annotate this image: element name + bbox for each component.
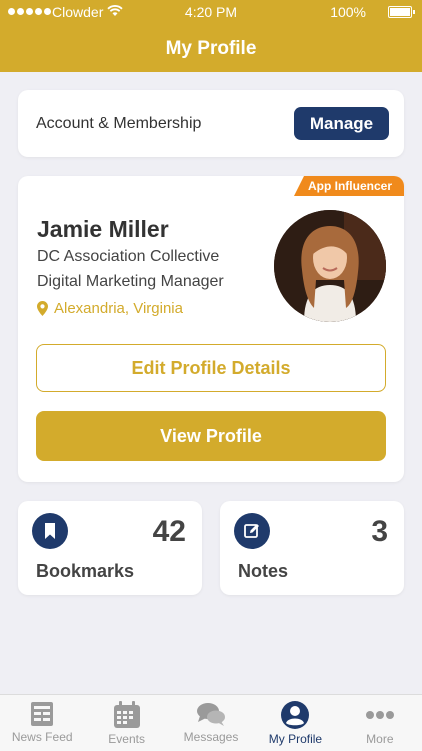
influencer-badge: App Influencer xyxy=(293,176,404,196)
profile-job-title: Digital Marketing Manager xyxy=(37,273,224,290)
bookmark-icon xyxy=(32,513,68,549)
avatar xyxy=(274,210,386,322)
news-feed-icon xyxy=(31,702,54,726)
user-icon xyxy=(281,701,310,729)
calendar-icon xyxy=(113,701,140,728)
bookmarks-label: Bookmarks xyxy=(36,561,135,581)
bookmarks-card[interactable]: 42 Bookmarks xyxy=(18,501,202,595)
profile-location: Alexandria, Virginia xyxy=(37,300,183,317)
membership-label: Account & Membership xyxy=(36,115,202,132)
battery-icon xyxy=(388,6,415,18)
tab-my-profile[interactable]: My Profile xyxy=(253,695,337,751)
tab-news-feed[interactable]: News Feed xyxy=(0,695,84,751)
chat-bubbles-icon xyxy=(197,703,226,726)
battery-percent: 100% xyxy=(330,4,366,20)
notes-count: 3 xyxy=(371,515,388,548)
tab-more[interactable]: More xyxy=(338,695,422,751)
tab-label: More xyxy=(366,732,394,746)
tab-label: My Profile xyxy=(268,732,323,746)
manage-button[interactable]: Manage xyxy=(294,107,389,140)
bookmarks-count: 42 xyxy=(152,515,186,548)
profile-name: Jamie Miller xyxy=(37,216,169,242)
edit-profile-button[interactable]: Edit Profile Details xyxy=(36,344,386,392)
profile-card: App Influencer Jamie Miller DC Associati… xyxy=(18,176,404,482)
tab-bar: News Feed Events Messages My Profile Mor… xyxy=(0,694,422,751)
location-pin-icon xyxy=(37,301,48,316)
membership-card: Account & Membership Manage xyxy=(18,90,404,157)
tab-label: Events xyxy=(108,732,145,746)
profile-organization: DC Association Collective xyxy=(37,248,220,265)
tab-events[interactable]: Events xyxy=(84,695,168,751)
more-dots-icon xyxy=(365,711,394,719)
tab-label: Messages xyxy=(183,730,239,744)
profile-location-text: Alexandria, Virginia xyxy=(54,300,183,317)
header-bar: Clowder 4:20 PM 100% My Profile xyxy=(0,0,422,72)
view-profile-button[interactable]: View Profile xyxy=(36,411,386,461)
notes-label: Notes xyxy=(238,561,289,581)
tab-label: News Feed xyxy=(11,730,73,744)
tab-messages[interactable]: Messages xyxy=(169,695,253,751)
notes-card[interactable]: 3 Notes xyxy=(220,501,404,595)
page-title: My Profile xyxy=(165,38,257,59)
edit-note-icon xyxy=(234,513,270,549)
status-bar: Clowder 4:20 PM 100% xyxy=(0,0,422,24)
